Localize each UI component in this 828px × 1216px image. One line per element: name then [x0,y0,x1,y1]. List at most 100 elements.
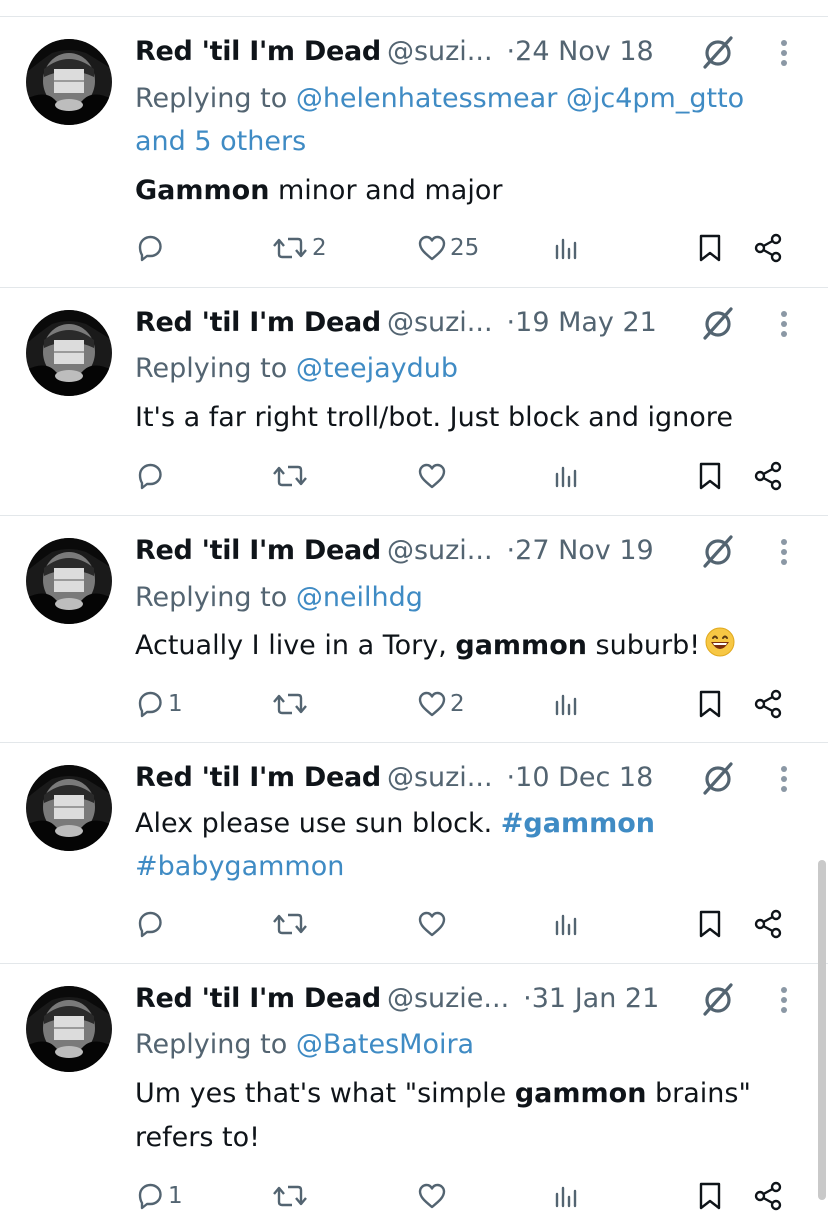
retweet-icon [270,908,310,940]
share-icon [752,232,784,264]
bookmark-button[interactable] [694,904,726,944]
grinning-face-emoji-icon [704,626,736,658]
slash-circle-icon[interactable] [698,531,738,571]
display-name[interactable]: Red 'til I'm Dead [135,36,381,67]
reply-button[interactable]: 1 [134,684,183,724]
like-button[interactable]: 25 [416,228,479,268]
hashtag-link[interactable]: #babygammon [135,845,792,889]
tweet-text: Alex please use sun block. #gammon [135,802,792,846]
slash-circle-icon[interactable] [698,303,738,343]
more-vertical-icon[interactable] [772,304,796,344]
like-button[interactable]: 2 [416,684,465,724]
tweet-date[interactable]: 31 Jan 21 [532,983,660,1014]
reply-context: Replying to @BatesMoira [135,1023,792,1067]
display-name[interactable]: Red 'til I'm Dead [135,762,381,793]
replying-to-label: Replying to [135,582,288,613]
divider [0,742,828,743]
bookmark-button[interactable] [694,1176,726,1216]
avatar[interactable] [26,310,112,396]
reply-icon [134,908,166,940]
tweet-header: Red 'til I'm Dead @suzi... ·24 Nov 18 [135,32,758,72]
reply-icon [134,688,166,720]
more-vertical-icon[interactable] [772,980,796,1020]
like-button[interactable] [416,456,450,496]
like-button[interactable] [416,904,450,944]
user-handle[interactable]: @suzie... [387,983,509,1014]
user-handle[interactable]: @suzi... [387,36,493,67]
tweet-text-line2: refers to! [135,1122,260,1153]
tweet-date[interactable]: 24 Nov 18 [515,36,654,67]
bookmark-button[interactable] [694,684,726,724]
tweet-actions: 1 2 [0,684,828,724]
tweet-date[interactable]: 27 Nov 19 [515,535,654,566]
tweet-text-rest: minor and major [269,175,503,206]
views-button[interactable] [551,1176,583,1216]
display-name[interactable]: Red 'til I'm Dead [135,535,381,566]
like-count: 25 [450,235,480,261]
reply-icon [134,232,166,264]
reply-mentions[interactable]: @neilhdg [296,582,423,613]
reply-mentions[interactable]: @helenhatessmear @jc4pm_gtto [296,83,744,114]
views-button[interactable] [551,904,583,944]
share-button[interactable] [752,1176,784,1216]
tweet-header: Red 'til I'm Dead @suzi... ·19 May 21 [135,303,758,343]
reply-button[interactable] [134,228,168,268]
more-vertical-icon[interactable] [772,759,796,799]
tweet-text-start: Actually I live in a Tory, [135,630,456,661]
retweet-button[interactable] [270,904,312,944]
retweet-button[interactable] [270,1176,312,1216]
heart-icon [416,688,448,720]
bookmark-button[interactable] [694,456,726,496]
avatar[interactable] [26,538,112,624]
tweet-date[interactable]: 19 May 21 [515,307,657,338]
avatar[interactable] [26,39,112,125]
bookmark-icon [694,688,726,720]
separator-dot: · [506,762,516,793]
slash-circle-icon[interactable] [698,758,738,798]
reply-mentions[interactable]: @BatesMoira [296,1029,474,1060]
avatar[interactable] [26,765,112,851]
tweet-text-end: brains" [646,1078,751,1109]
slash-circle-icon[interactable] [698,32,738,72]
slash-circle-icon[interactable] [698,979,738,1019]
scrollbar[interactable] [818,860,826,1200]
tweet-text: It's a far right troll/bot. Just block a… [135,402,733,433]
reply-button[interactable] [134,904,168,944]
reply-button[interactable]: 1 [134,1176,183,1216]
share-button[interactable] [752,456,784,496]
tweet-actions [0,904,828,944]
reply-mentions[interactable]: @teejaydub [296,353,458,384]
tweet-text-start: Alex please use sun block. [135,808,501,839]
tweet-actions: 1 [0,1176,828,1216]
user-handle[interactable]: @suzi... [387,307,493,338]
display-name[interactable]: Red 'til I'm Dead [135,983,381,1014]
tweet-header: Red 'til I'm Dead @suzi... ·27 Nov 19 [135,531,758,571]
tweet-date[interactable]: 10 Dec 18 [515,762,653,793]
more-vertical-icon[interactable] [772,532,796,572]
bookmark-icon [694,908,726,940]
reply-more-others[interactable]: and 5 others [135,120,792,164]
retweet-button[interactable] [270,684,312,724]
retweet-button[interactable]: 2 [270,228,327,268]
user-handle[interactable]: @suzi... [387,535,493,566]
replying-to-label: Replying to [135,83,288,114]
reply-icon [134,460,166,492]
retweet-button[interactable] [270,456,312,496]
views-button[interactable] [551,684,583,724]
user-handle[interactable]: @suzi... [387,762,493,793]
bookmark-button[interactable] [694,228,726,268]
share-button[interactable] [752,684,784,724]
highlighted-keyword: gammon [514,1078,647,1109]
retweet-icon [270,1180,310,1212]
views-button[interactable] [551,228,583,268]
avatar[interactable] [26,986,112,1072]
like-button[interactable] [416,1176,450,1216]
views-button[interactable] [551,456,583,496]
display-name[interactable]: Red 'til I'm Dead [135,307,381,338]
share-button[interactable] [752,228,784,268]
views-icon [551,1180,583,1212]
reply-button[interactable] [134,456,168,496]
more-vertical-icon[interactable] [772,33,796,73]
hashtag-link[interactable]: #gammon [501,808,655,839]
share-button[interactable] [752,904,784,944]
